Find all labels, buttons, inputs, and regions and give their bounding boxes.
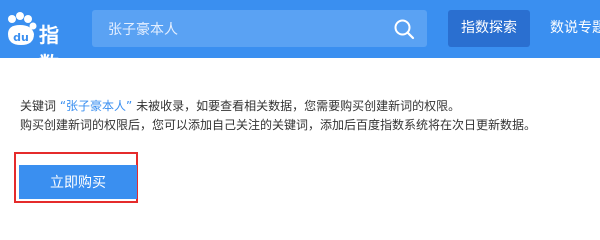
svg-text:du: du (13, 31, 29, 44)
not-indexed-message: 关键词 “张子豪本人” 未被收录，如要查看相关数据，您需要购买创建新词的权限。 (20, 97, 460, 114)
message-suffix: 未被收录，如要查看相关数据，您需要购买创建新词的权限。 (136, 99, 461, 113)
baidu-index-logo[interactable]: du 指数 (3, 12, 77, 76)
search-icon[interactable] (393, 18, 415, 40)
nav-tab-data-topics[interactable]: 数说专题 (550, 10, 600, 47)
top-header: du 指数 指数探索 数说专题 (0, 0, 600, 76)
message-prefix: 关键词 (20, 99, 57, 113)
nav-tab-index-explore[interactable]: 指数探索 (448, 10, 530, 47)
logo-text: 指数 (39, 23, 60, 76)
search-input[interactable] (92, 10, 387, 47)
baidu-paw-logo-icon: du (8, 12, 37, 45)
buy-now-button[interactable]: 立即购买 (19, 165, 137, 199)
search-box (92, 10, 427, 47)
message-keyword: “张子豪本人” (59, 99, 133, 113)
purchase-info-message: 购买创建新词的权限后，您可以添加自己关注的关键词，添加后百度指数系统将在次日更新… (20, 118, 537, 132)
